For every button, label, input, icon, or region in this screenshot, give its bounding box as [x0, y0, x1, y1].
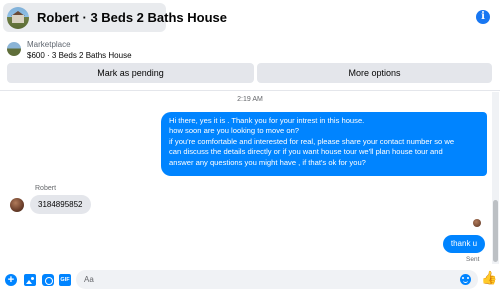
message-line: if you're comfortable and interested for… — [169, 136, 455, 146]
listing-thumbnail — [7, 42, 21, 56]
photo-icon[interactable] — [24, 274, 36, 286]
more-options-button[interactable]: More options — [257, 63, 492, 83]
chat-header: Robert · 3 Beds 2 Baths House i — [0, 0, 500, 36]
message-line: how soon are you looking to move on? — [169, 126, 300, 136]
listing-summary[interactable]: $600 · 3 Beds 2 Baths House — [27, 51, 132, 60]
sender-avatar[interactable] — [10, 198, 24, 212]
like-icon[interactable]: 👍 — [481, 271, 497, 285]
sticker-icon[interactable] — [42, 274, 54, 286]
message-line: can discuss the details directly or if y… — [169, 147, 443, 157]
read-receipt-avatar — [473, 219, 481, 227]
message-line: Hi there, yes it is . Thank you for your… — [169, 116, 365, 125]
conversation-title-button[interactable]: Robert · 3 Beds 2 Baths House — [3, 3, 227, 32]
emoji-icon[interactable] — [460, 274, 471, 285]
outgoing-message-bubble[interactable]: Hi there, yes it is . Thank you for your… — [161, 112, 487, 176]
message-status: Sent — [466, 256, 480, 263]
marketplace-label: Marketplace — [27, 40, 71, 49]
conversation-title: Robert · 3 Beds 2 Baths House — [37, 10, 227, 25]
message-line: answer any questions you might have , if… — [169, 157, 366, 167]
plus-icon[interactable]: + — [5, 274, 17, 286]
mark-as-pending-button[interactable]: Mark as pending — [7, 63, 254, 83]
reply-message-bubble[interactable]: thank u — [443, 235, 485, 253]
sender-name: Robert — [35, 185, 57, 192]
message-input[interactable] — [76, 270, 478, 289]
message-timestamp: 2:19 AM — [237, 96, 263, 103]
incoming-message-bubble[interactable]: 3184895852 — [30, 195, 91, 214]
gif-icon[interactable]: GIF — [59, 274, 71, 286]
listing-avatar — [7, 6, 29, 29]
divider — [0, 90, 500, 91]
info-icon[interactable]: i — [476, 10, 490, 24]
scrollbar-thumb[interactable] — [493, 200, 498, 262]
